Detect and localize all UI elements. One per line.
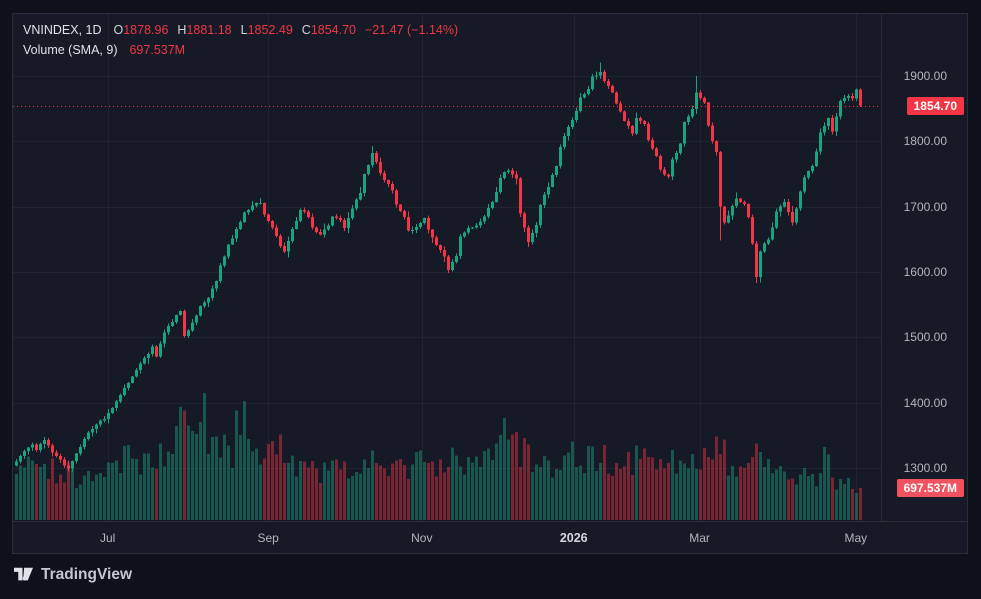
volume-row: Volume (SMA, 9) 697.537M [23, 40, 458, 60]
time-tick-label-nov: Nov [411, 531, 432, 545]
price-tick-label: 1400.00 [904, 396, 947, 410]
time-tick-label-mar: Mar [689, 531, 710, 545]
time-tick-label-sep: Sep [258, 531, 279, 545]
price-tick-label: 1600.00 [904, 265, 947, 279]
close-value: C1854.70 [302, 20, 356, 40]
low-value: L1852.49 [241, 20, 293, 40]
price-tick-label: 1500.00 [904, 330, 947, 344]
volume-sma-value: 697.537M [129, 40, 185, 60]
volume-sma-badge: 697.537M [897, 479, 964, 497]
time-axis[interactable]: Jul Sep Nov 2026 Mar May [13, 521, 967, 554]
tradingview-attribution[interactable]: TradingView [14, 566, 132, 584]
change-value: −21.47 (−1.14%) [365, 20, 458, 40]
last-price-badge: 1854.70 [907, 97, 964, 115]
candlestick-chart [13, 14, 881, 521]
price-tick-label: 1800.00 [904, 134, 947, 148]
time-tick-label-2026: 2026 [560, 531, 588, 545]
tradingview-chart-widget: VNINDEX, 1D O1878.96 H1881.18 L1852.49 C… [0, 0, 981, 599]
price-tick-label: 1700.00 [904, 200, 947, 214]
open-value: O1878.96 [114, 20, 169, 40]
symbol-title[interactable]: VNINDEX, 1D [23, 20, 102, 40]
high-value: H1881.18 [177, 20, 231, 40]
price-tick-label: 1300.00 [904, 461, 947, 475]
chart-legend: VNINDEX, 1D O1878.96 H1881.18 L1852.49 C… [23, 20, 458, 60]
symbol-ohlc-row: VNINDEX, 1D O1878.96 H1881.18 L1852.49 C… [23, 20, 458, 40]
brand-name: TradingView [41, 566, 132, 584]
chart-pane: VNINDEX, 1D O1878.96 H1881.18 L1852.49 C… [12, 13, 968, 554]
candlestick-plot-area[interactable]: VNINDEX, 1D O1878.96 H1881.18 L1852.49 C… [13, 14, 881, 521]
price-axis[interactable]: 1854.70 697.537M 1900.00 1800.00 1700.00 16… [881, 14, 968, 521]
price-tick-label: 1900.00 [904, 69, 947, 83]
volume-indicator-label[interactable]: Volume (SMA, 9) [23, 40, 117, 60]
tradingview-logo-icon [14, 567, 33, 583]
time-tick-label-jul: Jul [100, 531, 115, 545]
time-tick-label-may: May [844, 531, 867, 545]
